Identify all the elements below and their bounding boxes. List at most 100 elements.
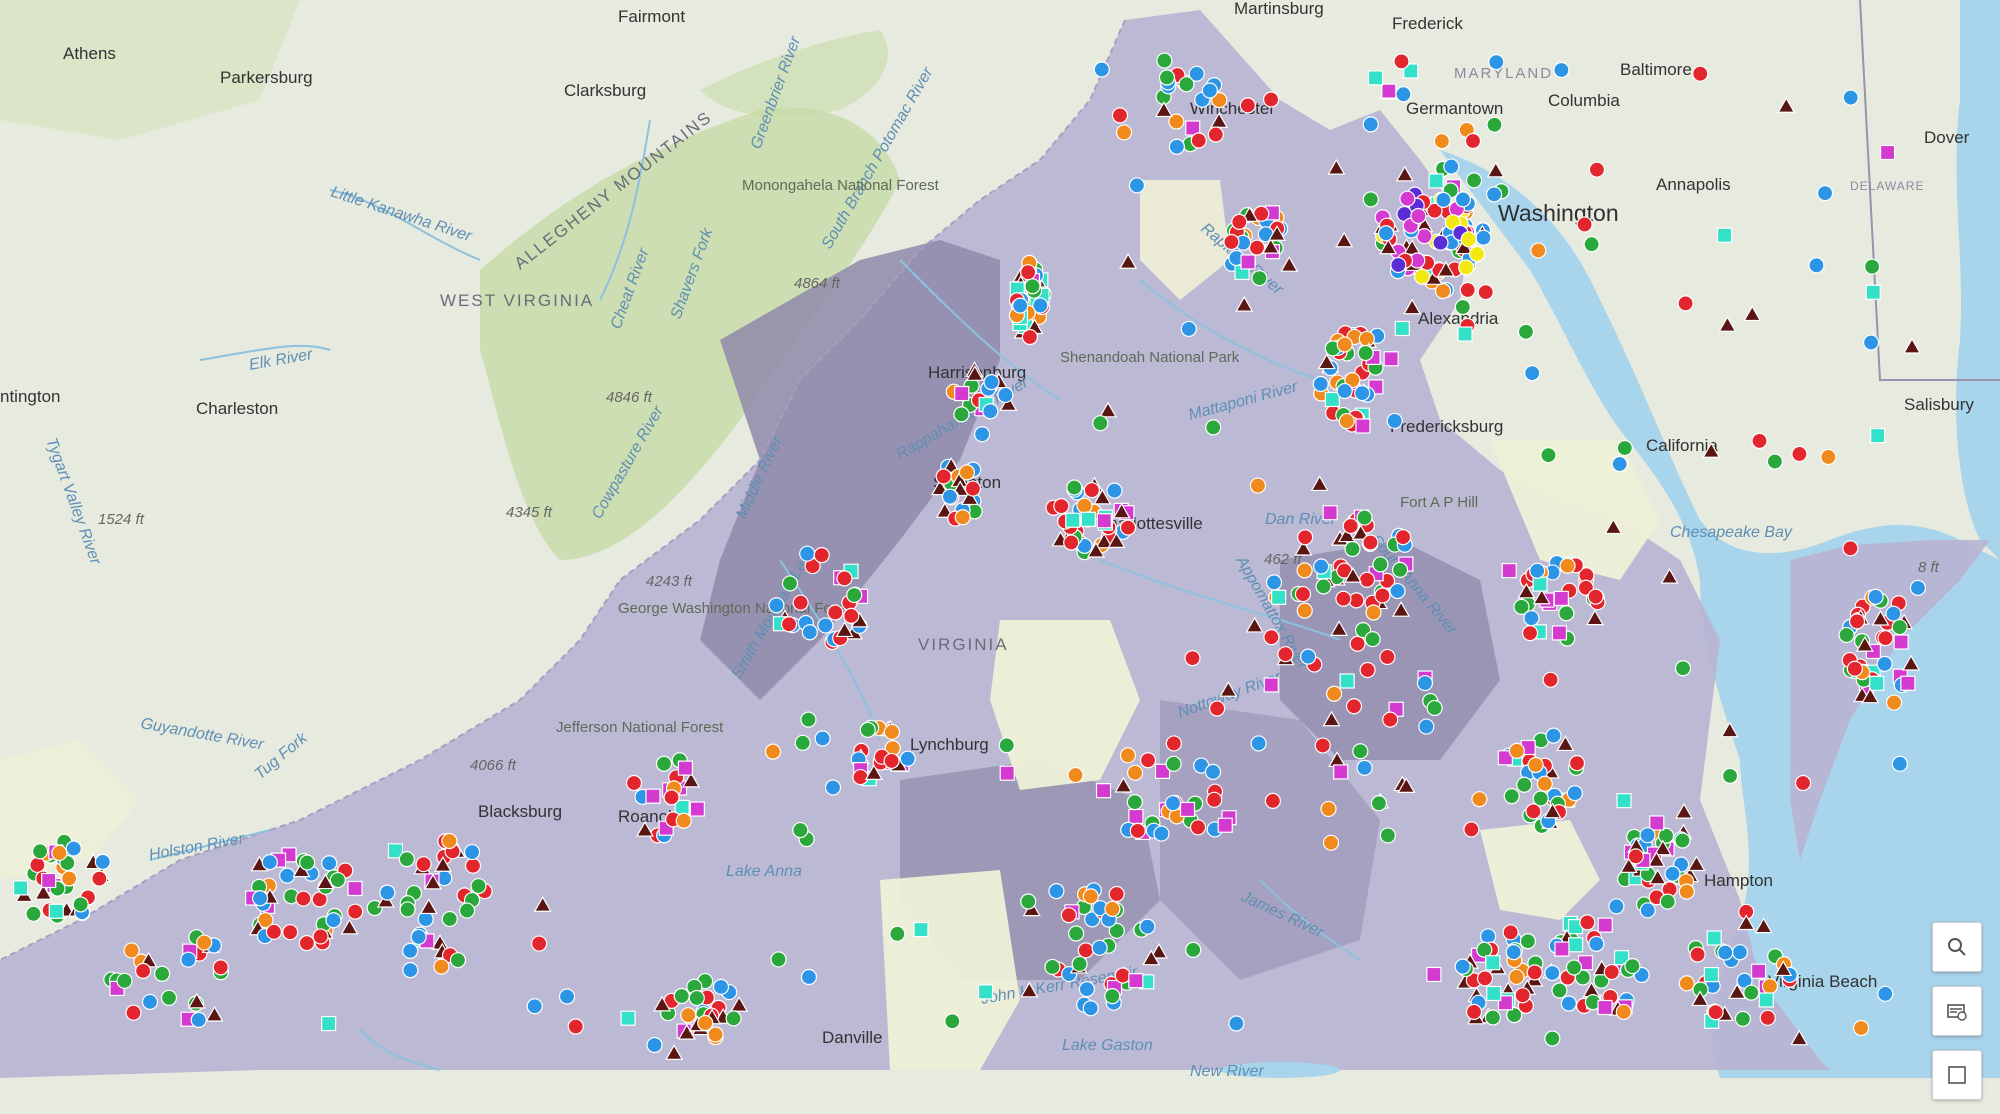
map-marker[interactable]: [824, 779, 842, 796]
map-marker[interactable]: [1228, 1015, 1245, 1032]
map-marker[interactable]: [1731, 944, 1749, 961]
map-marker[interactable]: [1486, 985, 1502, 1002]
map-marker[interactable]: [1239, 97, 1256, 114]
map-marker[interactable]: [1390, 256, 1407, 274]
map-marker[interactable]: [1554, 941, 1570, 957]
map-marker[interactable]: [1909, 579, 1927, 596]
map-marker[interactable]: [12, 880, 29, 896]
map-marker[interactable]: [764, 743, 782, 760]
map-marker[interactable]: [1566, 785, 1583, 802]
map-marker[interactable]: [1060, 907, 1077, 924]
map-marker[interactable]: [1119, 519, 1137, 536]
map-marker[interactable]: [1838, 626, 1855, 644]
map-marker[interactable]: [251, 890, 269, 907]
map-marker[interactable]: [1204, 763, 1222, 780]
map-marker[interactable]: [1454, 191, 1472, 208]
map-marker[interactable]: [1454, 298, 1471, 316]
map-marker[interactable]: [1126, 794, 1143, 811]
map-marker[interactable]: [1354, 385, 1371, 402]
map-marker[interactable]: [295, 890, 312, 907]
map-marker[interactable]: [1863, 258, 1881, 275]
map-marker[interactable]: [1707, 1004, 1724, 1021]
map-marker[interactable]: [298, 935, 315, 952]
map-marker[interactable]: [1434, 282, 1452, 300]
map-marker[interactable]: [402, 942, 419, 959]
map-marker[interactable]: [1751, 432, 1768, 450]
map-marker[interactable]: [1277, 646, 1294, 663]
map-marker[interactable]: [1104, 900, 1121, 917]
map-marker[interactable]: [1485, 955, 1501, 971]
map-marker[interactable]: [1877, 985, 1894, 1002]
map-marker[interactable]: [1190, 132, 1207, 149]
map-marker[interactable]: [1044, 958, 1061, 976]
map-marker[interactable]: [1048, 883, 1065, 900]
map-marker[interactable]: [1597, 917, 1613, 933]
map-marker[interactable]: [1553, 590, 1569, 607]
map-marker[interactable]: [463, 843, 481, 861]
map-marker[interactable]: [801, 624, 818, 641]
map-marker[interactable]: [1433, 133, 1450, 150]
map-marker[interactable]: [1250, 735, 1267, 752]
map-marker[interactable]: [1514, 987, 1531, 1004]
map-marker[interactable]: [1320, 800, 1337, 818]
map-marker[interactable]: [1484, 1009, 1501, 1026]
map-marker[interactable]: [1012, 297, 1029, 314]
map-marker[interactable]: [1615, 1003, 1632, 1021]
map-marker[interactable]: [1486, 116, 1503, 133]
map-canvas[interactable]: Athens Parkersburg Clarksburg Fairmont C…: [0, 0, 2000, 1078]
map-marker[interactable]: [883, 723, 901, 741]
map-marker[interactable]: [677, 760, 694, 776]
map-marker[interactable]: [61, 870, 78, 887]
map-marker[interactable]: [697, 1014, 714, 1032]
map-marker[interactable]: [160, 989, 178, 1006]
map-marker[interactable]: [1300, 648, 1317, 665]
map-marker[interactable]: [1263, 91, 1280, 108]
map-marker[interactable]: [1165, 735, 1182, 752]
map-marker[interactable]: [1706, 930, 1722, 946]
map-marker[interactable]: [1413, 268, 1431, 285]
map-marker[interactable]: [1664, 865, 1681, 882]
map-marker[interactable]: [1505, 943, 1522, 961]
map-marker[interactable]: [1460, 231, 1477, 248]
map-marker[interactable]: [1115, 124, 1133, 141]
map-marker[interactable]: [415, 856, 432, 873]
map-marker[interactable]: [1862, 334, 1880, 351]
map-marker[interactable]: [675, 812, 692, 829]
map-marker[interactable]: [1900, 675, 1916, 691]
map-marker[interactable]: [973, 426, 991, 443]
map-marker[interactable]: [1758, 992, 1774, 1008]
map-marker[interactable]: [1579, 914, 1596, 931]
map-marker[interactable]: [1294, 585, 1312, 603]
map-marker[interactable]: [1559, 557, 1576, 574]
map-marker[interactable]: [1164, 795, 1182, 812]
map-marker[interactable]: [799, 545, 816, 562]
map-marker[interactable]: [1576, 216, 1593, 233]
map-marker[interactable]: [673, 987, 690, 1005]
map-marker[interactable]: [1108, 885, 1125, 903]
map-marker[interactable]: [1139, 752, 1157, 769]
map-marker[interactable]: [1743, 984, 1760, 1001]
map-marker[interactable]: [1616, 793, 1632, 809]
map-marker[interactable]: [982, 403, 999, 420]
map-marker[interactable]: [1356, 759, 1373, 776]
map-marker[interactable]: [1367, 70, 1384, 86]
map-marker[interactable]: [299, 854, 316, 871]
map-marker[interactable]: [1519, 933, 1537, 950]
map-marker[interactable]: [212, 959, 229, 976]
map-marker[interactable]: [1761, 978, 1779, 995]
map-marker[interactable]: [526, 998, 543, 1015]
map-marker[interactable]: [1345, 698, 1363, 715]
map-marker[interactable]: [347, 903, 364, 920]
map-marker[interactable]: [1364, 631, 1381, 648]
map-marker[interactable]: [1271, 589, 1287, 605]
map-marker[interactable]: [1355, 418, 1371, 434]
map-marker[interactable]: [1426, 966, 1442, 983]
map-marker[interactable]: [998, 737, 1015, 754]
map-marker[interactable]: [1336, 336, 1353, 353]
map-marker[interactable]: [1551, 982, 1568, 999]
map-marker[interactable]: [1362, 534, 1379, 551]
map-marker[interactable]: [1536, 775, 1553, 792]
map-marker[interactable]: [1820, 448, 1837, 466]
map-marker[interactable]: [1475, 229, 1492, 246]
map-marker[interactable]: [51, 844, 68, 862]
